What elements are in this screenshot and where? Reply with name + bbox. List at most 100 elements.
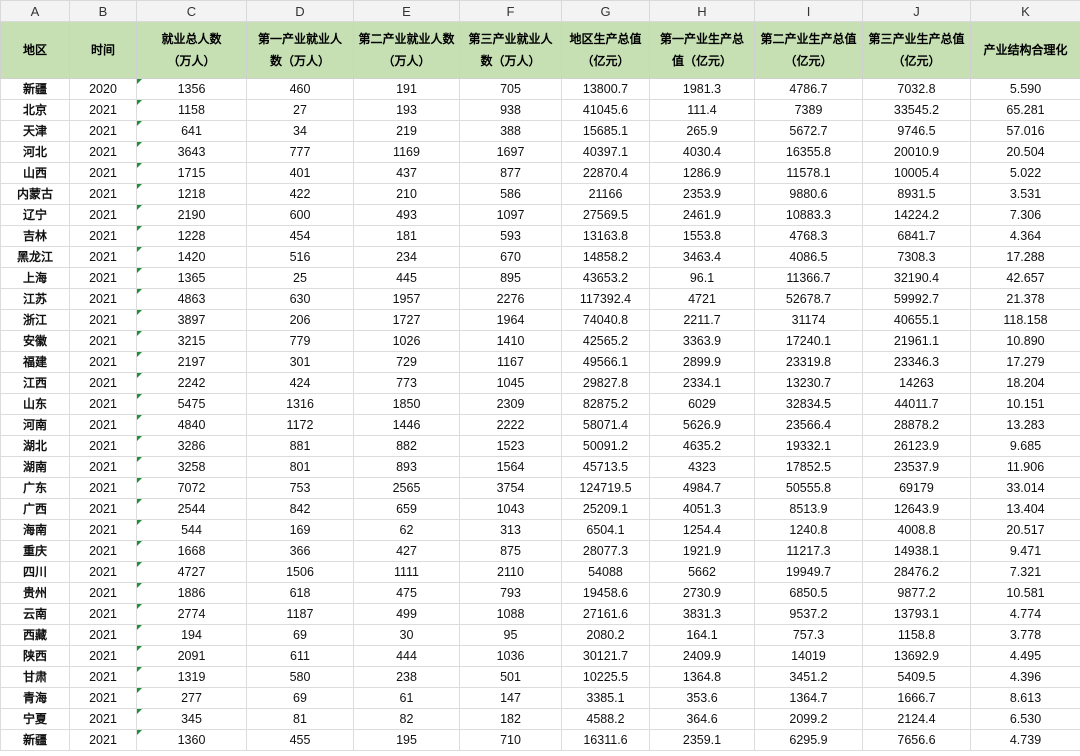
data-cell[interactable]: 10883.3: [754, 204, 863, 226]
data-cell[interactable]: 544: [136, 519, 247, 541]
data-cell[interactable]: 31174: [754, 309, 863, 331]
data-cell[interactable]: 1240.8: [754, 519, 863, 541]
data-cell[interactable]: 2021: [69, 540, 137, 562]
data-cell[interactable]: 454: [246, 225, 354, 247]
data-cell[interactable]: 1727: [353, 309, 460, 331]
data-cell[interactable]: 20.504: [970, 141, 1080, 163]
data-cell[interactable]: 9.471: [970, 540, 1080, 562]
region-cell[interactable]: 山西: [0, 162, 70, 184]
data-cell[interactable]: 5662: [649, 561, 755, 583]
data-cell[interactable]: 6850.5: [754, 582, 863, 604]
data-cell[interactable]: 4863: [136, 288, 247, 310]
data-cell[interactable]: 2276: [459, 288, 562, 310]
data-cell[interactable]: 842: [246, 498, 354, 520]
header-cell[interactable]: 产业结构合理化: [970, 21, 1080, 79]
data-cell[interactable]: 11578.1: [754, 162, 863, 184]
data-cell[interactable]: 875: [459, 540, 562, 562]
data-cell[interactable]: 2021: [69, 561, 137, 583]
region-cell[interactable]: 山东: [0, 393, 70, 415]
data-cell[interactable]: 16355.8: [754, 141, 863, 163]
data-cell[interactable]: 4840: [136, 414, 247, 436]
data-cell[interactable]: 445: [353, 267, 460, 289]
region-cell[interactable]: 安徽: [0, 330, 70, 352]
data-cell[interactable]: 3363.9: [649, 330, 755, 352]
data-cell[interactable]: 3.531: [970, 183, 1080, 205]
data-cell[interactable]: 2021: [69, 414, 137, 436]
data-cell[interactable]: 7072: [136, 477, 247, 499]
data-cell[interactable]: 424: [246, 372, 354, 394]
header-cell[interactable]: 第三产业生产总值 （亿元）: [862, 21, 971, 79]
data-cell[interactable]: 13.404: [970, 498, 1080, 520]
data-cell[interactable]: 2730.9: [649, 582, 755, 604]
data-cell[interactable]: 40397.1: [561, 141, 650, 163]
data-cell[interactable]: 618: [246, 582, 354, 604]
data-cell[interactable]: 4008.8: [862, 519, 971, 541]
region-cell[interactable]: 云南: [0, 603, 70, 625]
data-cell[interactable]: 2021: [69, 603, 137, 625]
data-cell[interactable]: 21166: [561, 183, 650, 205]
region-cell[interactable]: 江苏: [0, 288, 70, 310]
data-cell[interactable]: 2110: [459, 561, 562, 583]
spreadsheet[interactable]: ABCDEFGHIJK 地区 时间 就业总人数 （万人） 第一产业就业人 数（万人） 第二产…: [0, 0, 1080, 756]
header-cell[interactable]: 就业总人数 （万人）: [136, 21, 247, 79]
data-cell[interactable]: 881: [246, 435, 354, 457]
data-cell[interactable]: 2334.1: [649, 372, 755, 394]
data-cell[interactable]: 1356: [136, 78, 247, 100]
region-cell[interactable]: 青海: [0, 687, 70, 709]
column-header-j[interactable]: J: [862, 0, 971, 22]
data-cell[interactable]: 3215: [136, 330, 247, 352]
data-cell[interactable]: 1360: [136, 729, 247, 751]
data-cell[interactable]: 57.016: [970, 120, 1080, 142]
region-cell[interactable]: 甘肃: [0, 666, 70, 688]
data-cell[interactable]: 2021: [69, 267, 137, 289]
data-cell[interactable]: 58071.4: [561, 414, 650, 436]
data-cell[interactable]: 882: [353, 435, 460, 457]
data-cell[interactable]: 5672.7: [754, 120, 863, 142]
data-cell[interactable]: 69: [246, 624, 354, 646]
data-cell[interactable]: 210: [353, 183, 460, 205]
data-cell[interactable]: 1088: [459, 603, 562, 625]
data-cell[interactable]: 1158.8: [862, 624, 971, 646]
data-cell[interactable]: 11217.3: [754, 540, 863, 562]
data-cell[interactable]: 801: [246, 456, 354, 478]
data-cell[interactable]: 1218: [136, 183, 247, 205]
data-cell[interactable]: 2021: [69, 519, 137, 541]
data-cell[interactable]: 1169: [353, 141, 460, 163]
data-cell[interactable]: 4984.7: [649, 477, 755, 499]
data-cell[interactable]: 422: [246, 183, 354, 205]
data-cell[interactable]: 2021: [69, 729, 137, 751]
data-cell[interactable]: 1286.9: [649, 162, 755, 184]
data-cell[interactable]: 757.3: [754, 624, 863, 646]
data-cell[interactable]: 460: [246, 78, 354, 100]
header-cell[interactable]: 第三产业就业人 数（万人）: [459, 21, 562, 79]
data-cell[interactable]: 516: [246, 246, 354, 268]
data-cell[interactable]: 4768.3: [754, 225, 863, 247]
data-cell[interactable]: 2021: [69, 99, 137, 121]
data-cell[interactable]: 580: [246, 666, 354, 688]
data-cell[interactable]: 1043: [459, 498, 562, 520]
data-cell[interactable]: 2359.1: [649, 729, 755, 751]
column-header-i[interactable]: I: [754, 0, 863, 22]
data-cell[interactable]: 124719.5: [561, 477, 650, 499]
data-cell[interactable]: 238: [353, 666, 460, 688]
data-cell[interactable]: 2021: [69, 162, 137, 184]
data-cell[interactable]: 777: [246, 141, 354, 163]
data-cell[interactable]: 7308.3: [862, 246, 971, 268]
data-cell[interactable]: 586: [459, 183, 562, 205]
data-cell[interactable]: 169: [246, 519, 354, 541]
data-cell[interactable]: 4.364: [970, 225, 1080, 247]
data-cell[interactable]: 1964: [459, 309, 562, 331]
data-cell[interactable]: 1172: [246, 414, 354, 436]
data-cell[interactable]: 191: [353, 78, 460, 100]
data-cell[interactable]: 6.530: [970, 708, 1080, 730]
data-cell[interactable]: 26123.9: [862, 435, 971, 457]
region-cell[interactable]: 湖北: [0, 435, 70, 457]
data-cell[interactable]: 2021: [69, 246, 137, 268]
data-cell[interactable]: 2353.9: [649, 183, 755, 205]
data-cell[interactable]: 2211.7: [649, 309, 755, 331]
data-cell[interactable]: 2222: [459, 414, 562, 436]
data-cell[interactable]: 10.151: [970, 393, 1080, 415]
data-cell[interactable]: 3897: [136, 309, 247, 331]
region-cell[interactable]: 辽宁: [0, 204, 70, 226]
data-cell[interactable]: 301: [246, 351, 354, 373]
